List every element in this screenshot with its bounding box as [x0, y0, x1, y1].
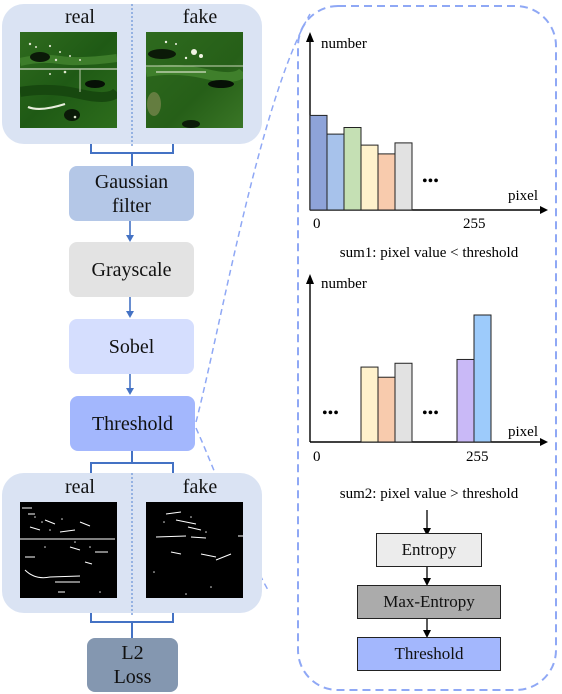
histogram-bar	[309, 114, 328, 211]
entropy-box: Entropy	[376, 533, 482, 567]
hist2-xlabel: pixel	[508, 424, 538, 440]
hist2-caption: sum2: pixel value > threshold	[340, 486, 519, 502]
merge-bracket-top	[90, 144, 174, 166]
gaussian-line1: Gaussian	[94, 170, 169, 193]
real-satellite-image	[20, 32, 117, 128]
max-entropy-box: Max-Entropy	[357, 585, 501, 619]
histogram-bar	[377, 153, 396, 211]
histogram-bar	[326, 133, 345, 211]
hist1-x-start: 0	[313, 216, 321, 232]
l2-line2: Loss	[113, 666, 152, 688]
threshold-result-box: Threshold	[357, 637, 501, 671]
gaussian-line2: filter	[112, 194, 151, 217]
fake-edge-map	[146, 502, 243, 598]
hist1-x-end: 255	[463, 216, 486, 232]
merge-bracket-bottom	[90, 613, 174, 639]
hist1-ellipsis: •••	[422, 173, 439, 190]
sobel-step: Sobel	[69, 319, 194, 374]
hist2-ellipsis-left: •••	[322, 405, 339, 422]
panel-divider-2	[131, 473, 133, 615]
histogram-bar	[394, 362, 413, 443]
histogram-bar	[473, 314, 492, 443]
split-bracket	[90, 451, 174, 475]
l2-line1: L2	[121, 642, 144, 664]
flow-arrows	[423, 510, 431, 638]
real-label: real	[65, 6, 95, 28]
real-edge-label: real	[65, 476, 95, 498]
l2-loss-box: L2 Loss	[87, 638, 178, 692]
histogram-1: number pixel ••• 0 255 sum1: pixel value…	[306, 32, 548, 261]
histogram-bar	[360, 144, 379, 211]
fake-label: fake	[182, 6, 218, 28]
hist2-ellipsis-mid: •••	[422, 405, 439, 422]
fake-satellite-image	[146, 32, 243, 128]
arrow-2	[126, 297, 134, 318]
real-edge-map	[20, 502, 117, 598]
hist1-xlabel: pixel	[508, 188, 538, 204]
hist2-x-start: 0	[313, 449, 321, 465]
hist1-caption: sum1: pixel value < threshold	[340, 245, 519, 261]
histogram-bar	[377, 376, 396, 443]
grayscale-step: Grayscale	[69, 242, 194, 297]
fake-edge-label: fake	[182, 476, 218, 498]
histogram-2: number pixel ••• ••• 0 255 sum2: pixel v…	[306, 274, 548, 502]
hist2-x-end: 255	[466, 449, 489, 465]
threshold-step: Threshold	[70, 396, 195, 451]
histogram-bar	[343, 127, 362, 211]
hist2-ylabel: number	[321, 276, 367, 292]
histogram-bar	[394, 142, 413, 211]
gaussian-filter-step: Gaussian filter	[69, 166, 194, 221]
panel-divider	[131, 4, 133, 146]
hist1-ylabel: number	[321, 36, 367, 52]
histogram-bar	[456, 358, 475, 443]
histogram-bar	[360, 366, 379, 443]
arrow-3	[126, 374, 134, 395]
